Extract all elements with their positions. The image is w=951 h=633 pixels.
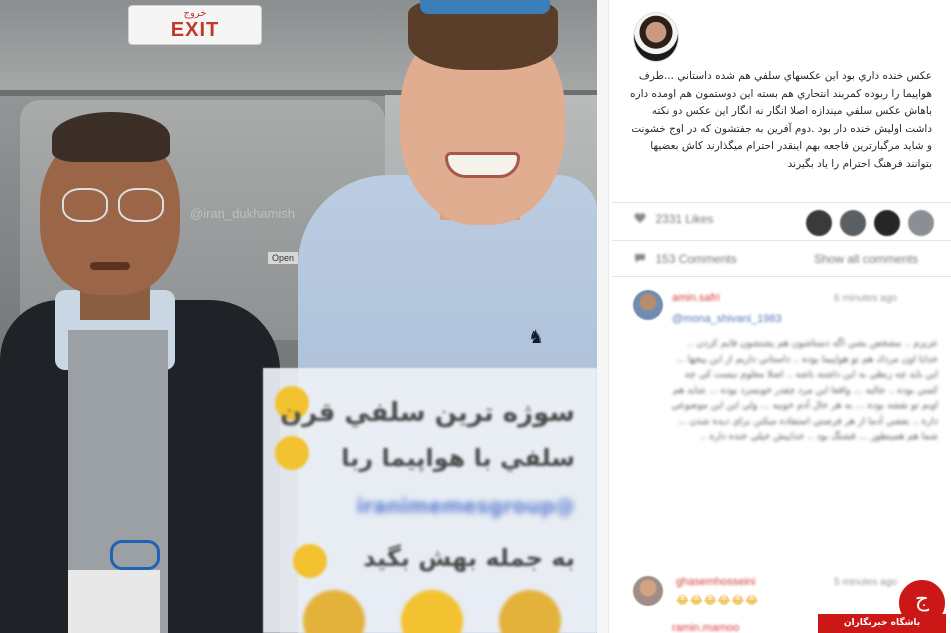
author-avatar[interactable] [633,12,679,62]
person-left-belt [68,570,160,633]
liker-avatar[interactable] [872,208,902,238]
comments-count: 153 Comments [655,252,737,266]
comment-username[interactable]: amin.safri [672,292,720,304]
post-caption: عكس خنده داري بود اين عكسهاي سلفي هم شده… [630,70,932,170]
crying-laughing-icon [275,436,309,470]
comment-mention[interactable]: @mona_shivani_1983 [672,313,782,325]
monkey-icon [499,590,561,633]
liker-avatar[interactable] [838,208,868,238]
overlay-line-1: سوژه ترين سلفي قرن [279,398,575,428]
person-right-smile [445,152,520,178]
overlay-line-4: به جمله بهش بگيد [363,544,575,572]
likes-count: 2331 Likes [655,212,714,226]
site-badge: باشگاه خبرنگاران [818,614,946,633]
comment-icon [635,254,645,263]
sunglasses-icon [420,0,550,14]
monkey-icon [303,590,365,633]
overlay-line-2: سلفي با هواپيما ربا [341,444,575,472]
panel-divider [597,0,609,633]
separator [612,202,951,203]
lanyard-icon [110,540,160,570]
exit-sign: خروج EXIT [128,5,262,45]
comment-time: 5 minutes ago [834,577,897,588]
sobbing-icon [401,590,463,633]
likers-avatars[interactable] [804,208,944,238]
door-label: Open [268,252,299,264]
person-left-mouth [90,262,130,270]
liker-avatar[interactable] [906,208,936,238]
smiling-icon [293,544,327,578]
glasses-icon [62,188,166,224]
comment-body: عزيزم .. مشخص بشي اگه دستاشون هم پشتشون … [671,338,938,442]
photo-watermark: @iran_dukhamish [190,206,295,221]
person-left-hair [52,112,170,162]
comment-username[interactable]: ramin.mamoo [672,622,739,633]
post-photo[interactable]: خروج EXIT Open @iran_dukhamish ♞ سوژه تر… [0,0,597,633]
overlay-handle: @iranimemesgroup [356,494,576,518]
site-logo-glyph: ج [914,587,930,612]
polo-logo-icon: ♞ [528,327,545,348]
likes-row[interactable]: 2331 Likes [634,212,713,226]
commenter-avatar[interactable] [633,576,663,606]
exit-sign-text: EXIT [170,19,220,41]
separator [612,240,951,241]
comments-count-row: 153 Comments [634,252,737,266]
heart-icon [634,213,646,223]
comment-time: 6 minutes ago [834,293,897,304]
separator [612,276,951,277]
comment-emojis: 😂😂😂😂😂😂 [676,594,760,607]
meme-caption-overlay: سوژه ترين سلفي قرن سلفي با هواپيما ربا @… [263,368,597,633]
liker-avatar[interactable] [804,208,834,238]
commenter-avatar[interactable] [633,290,663,320]
comment-username[interactable]: ghasemhosseini [676,576,756,588]
show-all-comments-link[interactable]: Show all comments [814,252,918,266]
